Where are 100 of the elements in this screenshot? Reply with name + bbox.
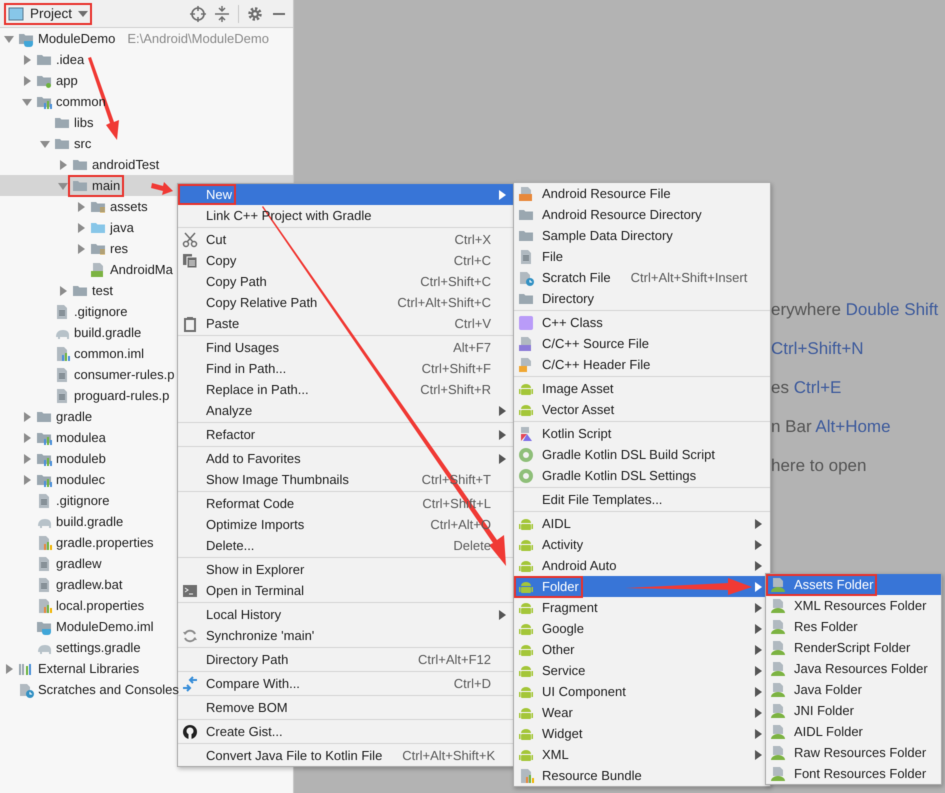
header-file-icon — [518, 356, 534, 372]
shortcut-text: Ctrl+Shift+F — [420, 361, 491, 376]
menu-item[interactable]: Android Resource Directory — [514, 204, 770, 225]
expand-arrow-icon[interactable] — [76, 244, 86, 254]
shortcut-text: Ctrl+Shift+C — [419, 274, 491, 289]
expand-arrow-icon[interactable] — [22, 54, 32, 64]
menu-item[interactable]: XML Resources Folder — [766, 595, 941, 616]
menu-item[interactable]: Image Asset — [514, 378, 770, 399]
shortcut-text: Delete — [452, 538, 491, 553]
clipboard-icon — [182, 316, 198, 332]
editor-hint: Ctrl+Shift+N — [771, 339, 865, 358]
menu-item[interactable]: C++ Class — [514, 312, 770, 333]
gradle-icon — [518, 468, 534, 484]
properties-icon — [36, 534, 52, 550]
menu-item[interactable]: AIDL Folder — [766, 721, 941, 742]
menu-item[interactable]: Java Folder — [766, 679, 941, 700]
expand-arrow-icon[interactable] — [58, 180, 68, 190]
menu-item[interactable]: C/C++ Header File — [514, 354, 770, 375]
resource-folder-icon — [770, 724, 786, 740]
expand-arrow-icon[interactable] — [76, 202, 86, 212]
menu-item[interactable]: RenderScript Folder — [766, 637, 941, 658]
menu-item[interactable]: Vector Asset — [514, 399, 770, 420]
resource-folder-icon — [770, 660, 786, 676]
menu-item[interactable]: Directory Path Ctrl+Alt+F12 — [178, 649, 514, 670]
expand-arrow-icon[interactable] — [4, 664, 14, 674]
menu-item[interactable]: Android Resource File — [514, 183, 770, 204]
resource-folder-icon — [770, 744, 786, 760]
tree-item[interactable]: androidTest — [0, 154, 293, 175]
menu-item[interactable]: Sample Data Directory — [514, 225, 770, 246]
menu-item[interactable]: Assets Folder — [766, 574, 941, 595]
menu-item[interactable]: Android Auto — [514, 555, 770, 576]
menu-item[interactable]: Copy Relative Path Ctrl+Alt+Shift+C — [178, 292, 514, 313]
file-icon — [54, 304, 70, 320]
tree-item[interactable]: libs — [0, 112, 293, 133]
expand-arrow-icon[interactable] — [22, 76, 32, 86]
shortcut-text: Ctrl+Alt+Shift+C — [396, 295, 491, 310]
tree-item[interactable]: .idea — [0, 49, 293, 70]
project-path: E:\Android\ModuleDemo — [127, 31, 269, 46]
expand-arrow-icon[interactable] — [22, 432, 32, 442]
menu-item[interactable]: Gradle Kotlin DSL Settings — [514, 465, 770, 486]
menu-item[interactable]: JNI Folder — [766, 700, 941, 721]
tree-item[interactable]: src — [0, 133, 293, 154]
menu-item[interactable]: Compare With... Ctrl+D — [178, 673, 514, 694]
expand-arrow-icon[interactable] — [22, 474, 32, 484]
menu-item[interactable]: Raw Resources Folder — [766, 742, 941, 763]
menu-item[interactable]: Find in Path... Ctrl+Shift+F — [178, 358, 514, 379]
menu-item[interactable]: File — [514, 246, 770, 267]
resource-file-icon — [518, 186, 534, 202]
shortcut-text: Ctrl+Alt+Shift+Insert — [630, 270, 748, 285]
menu-item[interactable]: Remove BOM — [178, 697, 514, 718]
scratches-icon — [18, 682, 34, 698]
file-icon — [54, 366, 70, 382]
menu-item[interactable]: Edit File Templates... — [514, 489, 770, 510]
shortcut-text: Ctrl+X — [454, 232, 491, 247]
menu-item[interactable]: Analyze — [178, 400, 514, 421]
collapse-icon[interactable] — [214, 6, 230, 22]
menu-item[interactable]: C/C++ Source File — [514, 333, 770, 354]
menu-item[interactable]: Open in Terminal — [178, 580, 514, 601]
file-icon — [36, 576, 52, 592]
shortcut-text: Alt+F7 — [452, 340, 491, 355]
menu-item[interactable]: Add to Favorites — [178, 448, 514, 469]
compare-icon — [182, 676, 198, 692]
menu-item[interactable]: Find Usages Alt+F7 — [178, 337, 514, 358]
menu-item[interactable]: Gradle Kotlin DSL Build Script — [514, 444, 770, 465]
expand-arrow-icon[interactable] — [22, 412, 32, 422]
menu-item[interactable]: Replace in Path... Ctrl+Shift+R — [178, 379, 514, 400]
expand-arrow-icon[interactable] — [58, 286, 68, 296]
expand-arrow-icon[interactable] — [76, 222, 86, 232]
menu-item[interactable]: New — [178, 184, 514, 205]
menu-item[interactable]: Font Resources Folder — [766, 763, 941, 784]
menu-item[interactable]: Convert Java File to Kotlin File Ctrl+Alt+Shift+K — [178, 745, 514, 766]
window-icon — [8, 6, 24, 22]
menu-item[interactable]: Paste Ctrl+V — [178, 313, 514, 334]
settings-icon[interactable] — [247, 6, 263, 22]
view-dropdown[interactable]: Project — [8, 6, 88, 22]
menu-item[interactable]: Directory — [514, 288, 770, 309]
resource-folder-icon — [770, 766, 786, 782]
menu-item[interactable]: Local History — [178, 604, 514, 625]
menu-item[interactable]: Scratch File Ctrl+Alt+Shift+Insert — [514, 267, 770, 288]
menu-item[interactable]: Java Resources Folder — [766, 658, 941, 679]
expand-arrow-icon[interactable] — [4, 34, 14, 44]
menu-item[interactable]: AIDL — [514, 513, 770, 534]
class-icon — [518, 314, 534, 330]
tree-item[interactable]: ModuleDemo E:\Android\ModuleDemo — [0, 28, 293, 49]
menu-item[interactable]: Cut Ctrl+X — [178, 229, 514, 250]
menu-item[interactable]: Res Folder — [766, 616, 941, 637]
menu-item[interactable]: Delete... Delete — [178, 535, 514, 556]
menu-item[interactable]: Show in Explorer — [178, 559, 514, 580]
menu-item[interactable]: Activity — [514, 534, 770, 555]
source-file-icon — [518, 336, 534, 352]
expand-arrow-icon[interactable] — [40, 138, 50, 148]
expand-arrow-icon[interactable] — [58, 160, 68, 170]
menu-item[interactable]: Refactor — [178, 424, 514, 445]
locate-icon[interactable] — [190, 6, 206, 22]
menu-item[interactable]: Copy Path Ctrl+Shift+C — [178, 271, 514, 292]
expand-arrow-icon[interactable] — [22, 96, 32, 106]
menu-item[interactable]: Kotlin Script — [514, 423, 770, 444]
expand-arrow-icon[interactable] — [22, 454, 32, 464]
menu-item[interactable]: Synchronize 'main' — [178, 625, 514, 646]
tree-item[interactable]: app — [0, 70, 293, 91]
